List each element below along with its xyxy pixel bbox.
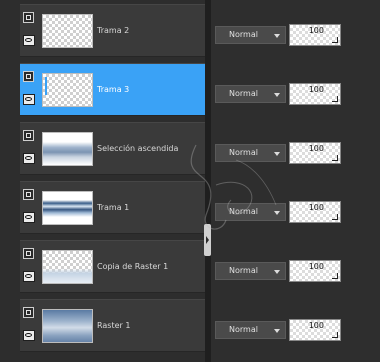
layer-toggle-icons bbox=[23, 307, 37, 341]
resize-corner-icon bbox=[332, 155, 338, 161]
layer-row-seleccion-ascendida[interactable]: Selección ascendida bbox=[20, 122, 205, 175]
resize-corner-icon bbox=[332, 332, 338, 338]
layer-toggle-icons bbox=[23, 248, 37, 282]
layer-thumbnail[interactable] bbox=[42, 250, 93, 284]
opacity-field[interactable]: 100 bbox=[289, 142, 341, 164]
layer-controls-row: Normal 100 bbox=[211, 63, 380, 116]
chevron-down-icon bbox=[274, 329, 280, 333]
visibility-eye-icon[interactable] bbox=[23, 94, 35, 105]
visibility-eye-icon[interactable] bbox=[23, 35, 35, 46]
splitter-handle[interactable] bbox=[204, 224, 211, 256]
layer-thumbnail[interactable] bbox=[42, 132, 93, 166]
opacity-value: 100 bbox=[308, 321, 324, 330]
visibility-eye-icon[interactable] bbox=[23, 271, 35, 282]
layer-controls-row: Normal 100 bbox=[211, 181, 380, 234]
layer-group-icon[interactable] bbox=[23, 71, 34, 82]
opacity-value: 100 bbox=[308, 144, 324, 153]
opacity-field[interactable]: 100 bbox=[289, 24, 341, 46]
resize-corner-icon bbox=[332, 273, 338, 279]
layer-toggle-icons bbox=[23, 130, 37, 164]
layer-controls-row: Normal 100 bbox=[211, 240, 380, 293]
blend-mode-select[interactable]: Normal bbox=[215, 203, 286, 221]
layer-name[interactable]: Trama 2 bbox=[97, 26, 129, 35]
layer-name[interactable]: Trama 1 bbox=[97, 203, 129, 212]
layer-name[interactable]: Copia de Raster 1 bbox=[97, 262, 168, 271]
blend-mode-value: Normal bbox=[229, 325, 258, 334]
blend-mode-value: Normal bbox=[229, 89, 258, 98]
blend-mode-value: Normal bbox=[229, 266, 258, 275]
blend-mode-value: Normal bbox=[229, 148, 258, 157]
opacity-field[interactable]: 100 bbox=[289, 319, 341, 341]
layer-row-trama-2[interactable]: Trama 2 bbox=[20, 4, 205, 57]
layer-toggle-icons bbox=[23, 189, 37, 223]
layer-group-icon[interactable] bbox=[23, 307, 34, 318]
blend-mode-value: Normal bbox=[229, 207, 258, 216]
layer-properties-column: Normal 100 Normal 100 Normal 100 Normal bbox=[211, 0, 380, 362]
resize-corner-icon bbox=[332, 37, 338, 43]
opacity-value: 100 bbox=[308, 26, 324, 35]
visibility-eye-icon[interactable] bbox=[23, 212, 35, 223]
layer-thumbnail[interactable] bbox=[42, 73, 93, 107]
resize-corner-icon bbox=[332, 96, 338, 102]
opacity-field[interactable]: 100 bbox=[289, 260, 341, 282]
layer-group-icon[interactable] bbox=[23, 248, 34, 259]
opacity-value: 100 bbox=[308, 85, 324, 94]
layer-name[interactable]: Selección ascendida bbox=[97, 144, 178, 153]
layer-controls-row: Normal 100 bbox=[211, 4, 380, 57]
opacity-field[interactable]: 100 bbox=[289, 83, 341, 105]
layer-name[interactable]: Raster 1 bbox=[97, 321, 130, 330]
chevron-down-icon bbox=[274, 93, 280, 97]
layer-row-copia-de-raster-1[interactable]: Copia de Raster 1 bbox=[20, 240, 205, 293]
layer-row-trama-3[interactable]: Trama 3 bbox=[20, 63, 205, 116]
layer-controls-row: Normal 100 bbox=[211, 299, 380, 352]
blend-mode-select[interactable]: Normal bbox=[215, 262, 286, 280]
layer-thumbnail[interactable] bbox=[42, 309, 93, 343]
layer-list: Trama 2 Trama 3 Selección ascendida Tram… bbox=[0, 0, 205, 362]
layer-thumbnail[interactable] bbox=[42, 191, 93, 225]
blend-mode-select[interactable]: Normal bbox=[215, 26, 286, 44]
blend-mode-value: Normal bbox=[229, 30, 258, 39]
layer-toggle-icons bbox=[23, 12, 37, 46]
layer-group-icon[interactable] bbox=[23, 130, 34, 141]
layer-row-raster-1[interactable]: Raster 1 bbox=[20, 299, 205, 352]
layer-toggle-icons bbox=[23, 71, 37, 105]
blend-mode-select[interactable]: Normal bbox=[215, 85, 286, 103]
blend-mode-select[interactable]: Normal bbox=[215, 144, 286, 162]
blend-mode-select[interactable]: Normal bbox=[215, 321, 286, 339]
opacity-field[interactable]: 100 bbox=[289, 201, 341, 223]
opacity-value: 100 bbox=[308, 262, 324, 271]
chevron-down-icon bbox=[274, 152, 280, 156]
layer-group-icon[interactable] bbox=[23, 12, 34, 23]
chevron-down-icon bbox=[274, 270, 280, 274]
opacity-value: 100 bbox=[308, 203, 324, 212]
layer-row-trama-1[interactable]: Trama 1 bbox=[20, 181, 205, 234]
visibility-eye-icon[interactable] bbox=[23, 153, 35, 164]
resize-corner-icon bbox=[332, 214, 338, 220]
layer-name[interactable]: Trama 3 bbox=[97, 85, 129, 94]
layer-group-icon[interactable] bbox=[23, 189, 34, 200]
chevron-down-icon bbox=[274, 34, 280, 38]
visibility-eye-icon[interactable] bbox=[23, 330, 35, 341]
layer-controls-row: Normal 100 bbox=[211, 122, 380, 175]
layer-thumbnail[interactable] bbox=[42, 14, 93, 48]
chevron-down-icon bbox=[274, 211, 280, 215]
text-cursor-marker bbox=[45, 77, 47, 95]
